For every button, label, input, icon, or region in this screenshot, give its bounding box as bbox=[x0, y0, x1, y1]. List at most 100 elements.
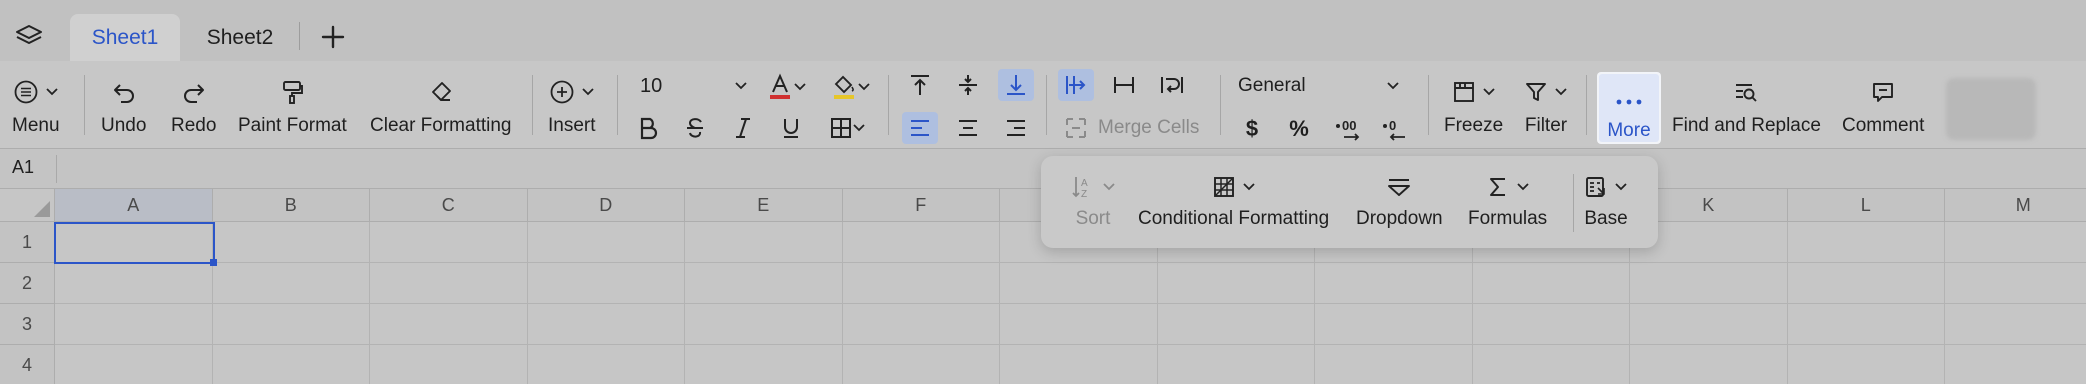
number-format-select[interactable]: General bbox=[1238, 71, 1400, 101]
selected-cell[interactable] bbox=[54, 222, 215, 264]
cell-f1[interactable] bbox=[842, 222, 1000, 263]
cell-m3[interactable] bbox=[1945, 304, 2086, 345]
cell-g2[interactable] bbox=[1000, 263, 1158, 304]
insert-button[interactable]: Insert bbox=[548, 75, 596, 137]
cell-f2[interactable] bbox=[842, 263, 1000, 304]
cell-f4[interactable] bbox=[843, 345, 1000, 384]
redo-button[interactable]: Redo bbox=[171, 75, 216, 137]
find-replace-button[interactable]: Find and Replace bbox=[1672, 75, 1821, 137]
cell-c2[interactable] bbox=[370, 263, 528, 304]
cell-a3[interactable] bbox=[55, 304, 213, 345]
cell-b1[interactable] bbox=[212, 222, 370, 263]
cell-e3[interactable] bbox=[685, 304, 843, 345]
formulas-menu-item[interactable]: Formulas bbox=[1468, 172, 1547, 230]
cell-l1[interactable] bbox=[1787, 222, 1945, 263]
undo-button[interactable]: Undo bbox=[101, 75, 146, 137]
italic-button[interactable] bbox=[725, 112, 761, 144]
row-header-2[interactable]: 2 bbox=[0, 263, 55, 304]
cell-e4[interactable] bbox=[685, 345, 843, 384]
cell-m1[interactable] bbox=[1945, 222, 2086, 263]
align-left-button[interactable] bbox=[902, 112, 938, 144]
cell-a2[interactable] bbox=[55, 263, 213, 304]
align-center-button[interactable] bbox=[950, 112, 986, 144]
cell-j2[interactable] bbox=[1472, 263, 1630, 304]
row-header-3[interactable]: 3 bbox=[0, 304, 55, 345]
column-header-e[interactable]: E bbox=[685, 189, 843, 222]
decrease-decimal-button[interactable]: 0 bbox=[1377, 113, 1413, 145]
column-header-b[interactable]: B bbox=[212, 189, 370, 222]
cell-i2[interactable] bbox=[1315, 263, 1473, 304]
cell-j3[interactable] bbox=[1472, 304, 1630, 345]
cell-j4[interactable] bbox=[1473, 345, 1630, 384]
avatar[interactable] bbox=[1946, 78, 2036, 140]
align-bottom-button[interactable] bbox=[998, 69, 1034, 101]
cell-e2[interactable] bbox=[685, 263, 843, 304]
percent-button[interactable]: % bbox=[1281, 113, 1317, 145]
cell-g4[interactable] bbox=[1000, 345, 1158, 384]
bold-button[interactable] bbox=[630, 112, 666, 144]
dropdown-menu-item[interactable]: Dropdown bbox=[1356, 172, 1443, 230]
column-header-f[interactable]: F bbox=[842, 189, 1000, 222]
cell-b3[interactable] bbox=[212, 304, 370, 345]
base-menu-item[interactable]: Base bbox=[1584, 172, 1628, 230]
cell-m2[interactable] bbox=[1945, 263, 2086, 304]
freeze-button[interactable]: Freeze bbox=[1444, 75, 1503, 137]
cell-l2[interactable] bbox=[1787, 263, 1945, 304]
column-header-c[interactable]: C bbox=[370, 189, 528, 222]
align-middle-button[interactable] bbox=[950, 69, 986, 101]
font-color-button[interactable] bbox=[762, 71, 812, 103]
text-clip-button[interactable] bbox=[1106, 69, 1142, 101]
column-header-a[interactable]: A bbox=[55, 189, 213, 222]
fill-handle[interactable] bbox=[210, 259, 217, 266]
cell-m4[interactable] bbox=[1945, 345, 2086, 384]
clear-formatting-button[interactable]: Clear Formatting bbox=[370, 75, 512, 137]
conditional-formatting-menu-item[interactable]: Conditional Formatting bbox=[1138, 172, 1329, 230]
merge-cells-button[interactable]: Merge Cells bbox=[1064, 113, 1199, 143]
column-header-m[interactable]: M bbox=[1945, 189, 2086, 222]
fill-color-button[interactable] bbox=[826, 71, 876, 103]
column-header-d[interactable]: D bbox=[527, 189, 685, 222]
cell-d1[interactable] bbox=[527, 222, 685, 263]
tab-sheet1[interactable]: Sheet1 bbox=[70, 14, 180, 62]
column-header-l[interactable]: L bbox=[1787, 189, 1945, 222]
comment-button[interactable]: Comment bbox=[1842, 75, 1924, 137]
cell-c4[interactable] bbox=[370, 345, 528, 384]
cell-d4[interactable] bbox=[528, 345, 685, 384]
cell-b2[interactable] bbox=[212, 263, 370, 304]
cell-h4[interactable] bbox=[1158, 345, 1315, 384]
cell-i4[interactable] bbox=[1315, 345, 1473, 384]
row-header-1[interactable]: 1 bbox=[0, 222, 55, 263]
cell-h3[interactable] bbox=[1157, 304, 1315, 345]
font-size-select[interactable]: 10 bbox=[640, 71, 748, 101]
underline-button[interactable] bbox=[773, 112, 809, 144]
tab-sheet2[interactable]: Sheet2 bbox=[190, 14, 290, 62]
row-header-4[interactable]: 4 bbox=[0, 345, 55, 384]
sort-menu-item[interactable]: A Z Sort bbox=[1070, 172, 1116, 230]
cell-reference[interactable]: A1 bbox=[12, 157, 34, 178]
menu-button[interactable]: Menu bbox=[12, 75, 60, 137]
cell-c3[interactable] bbox=[370, 304, 528, 345]
increase-decimal-button[interactable]: 00 bbox=[1330, 113, 1366, 145]
filter-button[interactable]: Filter bbox=[1524, 75, 1568, 137]
cell-k2[interactable] bbox=[1630, 263, 1788, 304]
strikethrough-button[interactable] bbox=[677, 112, 713, 144]
select-all-corner[interactable] bbox=[0, 189, 55, 222]
cell-e1[interactable] bbox=[685, 222, 843, 263]
cell-d2[interactable] bbox=[527, 263, 685, 304]
align-right-button[interactable] bbox=[998, 112, 1034, 144]
align-top-button[interactable] bbox=[902, 69, 938, 101]
text-wrap-button[interactable] bbox=[1154, 69, 1190, 101]
text-overflow-button[interactable] bbox=[1058, 69, 1094, 101]
cell-f3[interactable] bbox=[842, 304, 1000, 345]
cell-h2[interactable] bbox=[1157, 263, 1315, 304]
cell-l4[interactable] bbox=[1788, 345, 1945, 384]
paint-format-button[interactable]: Paint Format bbox=[238, 75, 347, 137]
cell-k3[interactable] bbox=[1630, 304, 1788, 345]
cell-b4[interactable] bbox=[213, 345, 370, 384]
cell-g3[interactable] bbox=[1000, 304, 1158, 345]
more-button[interactable]: More bbox=[1597, 72, 1661, 144]
cell-d3[interactable] bbox=[527, 304, 685, 345]
add-sheet-icon[interactable] bbox=[318, 22, 348, 52]
layers-icon[interactable] bbox=[14, 22, 44, 52]
currency-button[interactable]: $ bbox=[1234, 113, 1270, 145]
